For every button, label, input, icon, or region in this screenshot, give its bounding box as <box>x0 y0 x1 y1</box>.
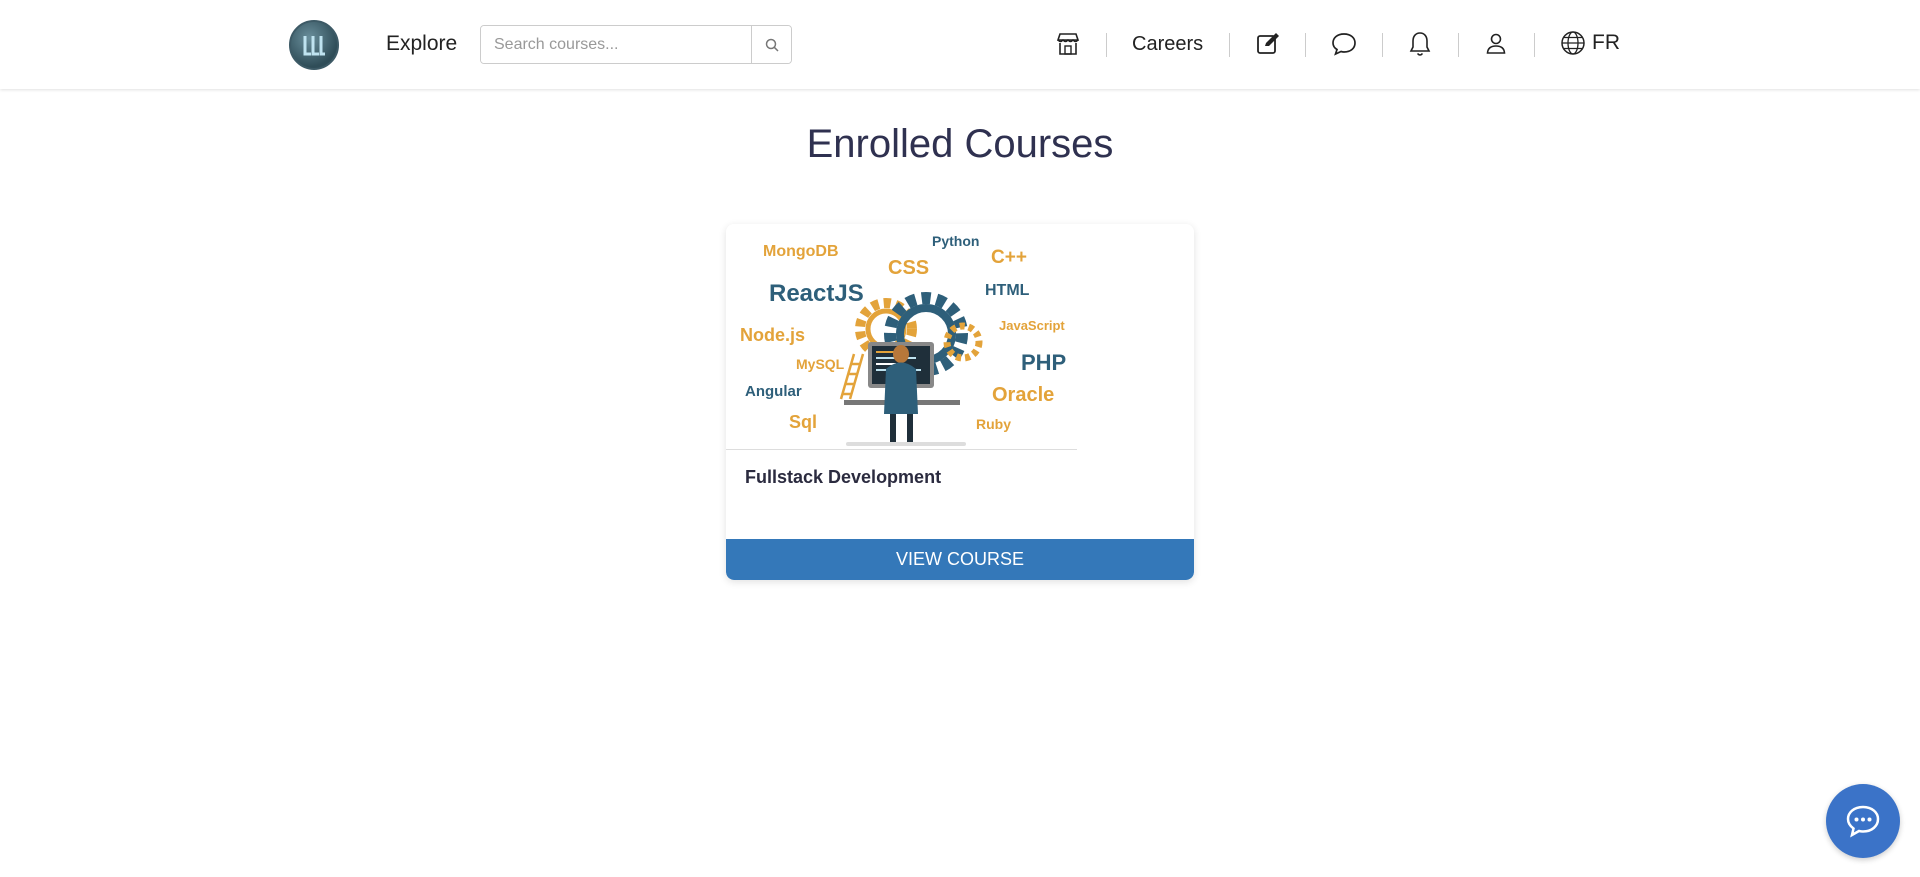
language-switch[interactable]: FR <box>1560 30 1620 56</box>
top-navbar: Explore Careers <box>0 0 1920 89</box>
profile-button[interactable] <box>1480 28 1512 60</box>
thumbnail-tag: Ruby <box>976 416 1011 432</box>
notifications-button[interactable] <box>1404 28 1436 60</box>
search-input[interactable] <box>481 26 751 63</box>
edit-button[interactable] <box>1252 28 1284 60</box>
search-icon <box>765 38 779 52</box>
search-box <box>480 25 792 64</box>
chat-widget-button[interactable] <box>1826 784 1900 858</box>
search-button[interactable] <box>751 26 791 63</box>
edit-icon <box>1257 33 1279 54</box>
course-card: MongoDB Python C++ CSS ReactJS HTML Node… <box>726 224 1194 580</box>
thumbnail-tag: MongoDB <box>763 243 839 260</box>
thumbnail-tag: Oracle <box>992 384 1054 406</box>
thumbnail-tag: C++ <box>991 247 1027 268</box>
page-title: Enrolled Courses <box>806 122 1114 166</box>
thumbnail-tag: ReactJS <box>769 280 864 307</box>
nav-divider <box>1229 33 1230 57</box>
nav-divider <box>1458 33 1459 57</box>
thumbnail-tag: Node.js <box>740 325 805 345</box>
ladder-icon <box>839 353 865 400</box>
messages-button[interactable] <box>1328 28 1360 60</box>
store-button[interactable] <box>1052 28 1084 60</box>
thumbnail-tag: PHP <box>1021 350 1066 375</box>
globe-icon <box>1561 31 1585 55</box>
store-icon <box>1056 33 1080 55</box>
nav-divider <box>1106 33 1107 57</box>
nav-divider <box>1382 33 1383 57</box>
thumbnail-tag: Angular <box>745 383 802 400</box>
site-logo[interactable] <box>289 20 339 70</box>
logo-mark-icon <box>303 36 325 56</box>
thumbnail-tag: CSS <box>888 257 929 279</box>
chat-bubble-icon <box>1846 805 1880 838</box>
nav-divider <box>1305 33 1306 57</box>
thumbnail-tag: Python <box>932 233 979 249</box>
thumbnail-tag: HTML <box>985 282 1030 299</box>
thumbnail-tag: MySQL <box>796 356 845 372</box>
user-icon <box>1486 33 1506 54</box>
bell-icon <box>1409 32 1431 56</box>
explore-link[interactable]: Explore <box>386 32 457 56</box>
message-icon <box>1332 33 1356 56</box>
course-thumbnail[interactable]: MongoDB Python C++ CSS ReactJS HTML Node… <box>726 224 1077 450</box>
course-thumbnail-illustration: MongoDB Python C++ CSS ReactJS HTML Node… <box>740 233 1066 446</box>
careers-link[interactable]: Careers <box>1132 33 1203 56</box>
course-title: Fullstack Development <box>745 467 942 487</box>
nav-divider <box>1534 33 1535 57</box>
thumbnail-tag: Sql <box>789 412 817 432</box>
language-label: FR <box>1592 31 1620 54</box>
view-course-button[interactable]: VIEW COURSE <box>726 539 1194 580</box>
thumbnail-tag: JavaScript <box>999 318 1065 333</box>
